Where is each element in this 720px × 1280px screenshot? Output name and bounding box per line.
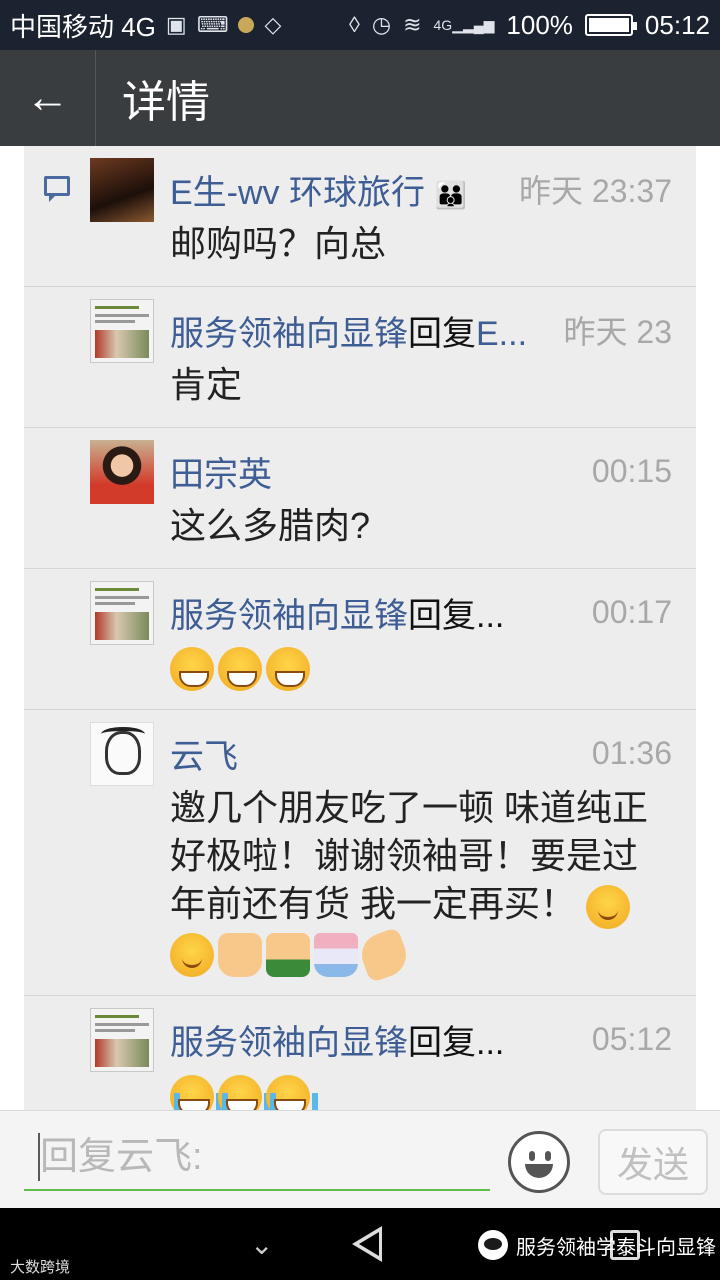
comment-time: 01:36: [591, 734, 672, 771]
commenter-name-text: E生-wv 环球旅行: [170, 173, 425, 212]
comment-bubble-icon: [44, 176, 70, 202]
back-button[interactable]: ←: [0, 50, 96, 146]
arrow-left-icon: ←: [25, 73, 70, 122]
emoji-button[interactable]: [508, 1131, 570, 1193]
network-label: 4G: [433, 16, 453, 33]
page-title: 详情: [122, 78, 210, 127]
shield-icon: ◇: [264, 12, 282, 37]
comment-text: 肯定: [170, 364, 243, 405]
comment-emojis: [170, 643, 672, 692]
comment-text: 邮购吗？向总: [170, 223, 387, 264]
comment-time: 00:17: [591, 593, 672, 630]
reply-bar: 发送: [0, 1110, 720, 1208]
avatar[interactable]: [90, 158, 154, 222]
comment-item[interactable]: 服务领袖向显锋回复E... 昨天 23 肯定: [24, 287, 696, 428]
commenter-name-text: 服务领袖向显锋: [170, 314, 408, 353]
crying-emoji-icon: [218, 1074, 270, 1110]
comment-emojis: [170, 1070, 672, 1110]
chuckle-emoji-icon: [170, 933, 214, 978]
cake-cup-icon: [314, 933, 358, 978]
commenter-name[interactable]: E生-wv 环球旅行 👪: [170, 165, 507, 214]
commenter-name-text: 服务领袖向显锋: [170, 596, 408, 635]
carrier-label: 中国移动 4G: [10, 11, 156, 42]
avatar[interactable]: [90, 581, 154, 645]
signal-icon: 4G▁▂▄▆: [433, 16, 495, 33]
commenter-name[interactable]: 服务领袖向显锋回复E...: [170, 306, 552, 355]
battery-percent: 100%: [506, 9, 573, 40]
keyboard-icon: ⌨: [196, 12, 229, 37]
commenter-name[interactable]: 田宗英: [170, 447, 580, 496]
send-button[interactable]: 发送: [598, 1129, 708, 1195]
comment-text-body: 邀几个朋友吃了一顿 味道纯正 好极啦！谢谢领袖哥！要是过年前还有货 我一定再买！: [170, 787, 649, 925]
battery-icon: [584, 14, 637, 36]
chevron-down-icon[interactable]: ⌄: [250, 1228, 273, 1261]
reply-target: E...: [476, 314, 528, 353]
comment-text: 这么多腊肉?: [170, 505, 371, 546]
notification-dot-icon: [238, 17, 255, 33]
navigation-bar: 大数跨境 ⌄ 服务领袖学泰斗向显锋: [0, 1208, 720, 1280]
title-bar: ← 详情: [0, 50, 720, 146]
ok-hand-icon: [355, 927, 413, 984]
comment-list[interactable]: E生-wv 环球旅行 👪 昨天 23:37 邮购吗？向总 服务领袖向显锋回复E.…: [24, 146, 696, 1110]
text-cursor: [38, 1133, 40, 1181]
crying-emoji-icon: [266, 1074, 318, 1110]
commenter-name[interactable]: 服务领袖向显锋回复...: [170, 1015, 580, 1064]
smiley-icon: [545, 1151, 551, 1161]
grin-emoji-icon: [170, 647, 214, 692]
commenter-name-text: 服务领袖向显锋: [170, 1023, 408, 1062]
comment-text: 邀几个朋友吃了一顿 味道纯正 好极啦！谢谢领袖哥！要是过年前还有货 我一定再买！: [170, 784, 672, 984]
nav-back-icon[interactable]: [352, 1226, 382, 1262]
comment-item[interactable]: 服务领袖向显锋回复... 00:17: [24, 569, 696, 711]
reply-input[interactable]: [24, 1125, 490, 1191]
victory-hand-icon: [218, 933, 262, 978]
commenter-name[interactable]: 服务领袖向显锋回复...: [170, 588, 580, 637]
commenter-name[interactable]: 云飞: [170, 729, 580, 778]
crying-emoji-icon: [170, 1074, 222, 1110]
comment-time: 05:12: [591, 1020, 672, 1057]
comment-time: 00:15: [591, 452, 672, 489]
avatar[interactable]: [90, 1008, 154, 1073]
comment-item[interactable]: 服务领袖向显锋回复... 05:12: [24, 996, 696, 1110]
grin-emoji-icon: [266, 647, 310, 692]
smiley-icon: [525, 1164, 553, 1178]
watermark-right: 服务领袖学泰斗向显锋: [478, 1230, 716, 1260]
avatar[interactable]: [90, 440, 154, 504]
chuckle-emoji-icon: [586, 884, 631, 929]
sim-icon: ▣: [165, 12, 187, 37]
wifi-icon: ≋: [403, 12, 422, 37]
status-bar: 中国移动 4G ▣ ⌨ ◇ ◊ ◷ ≋ 4G▁▂▄▆ 100% 05:12: [0, 0, 720, 50]
comment-time: 昨天 23: [563, 314, 673, 350]
watermark-right-text: 服务领袖学泰斗向显锋: [516, 1236, 716, 1259]
family-icon: 👪: [434, 179, 467, 210]
thumbs-up-icon: [266, 933, 310, 978]
clock: 05:12: [644, 9, 710, 40]
comment-time: 昨天 23:37: [519, 173, 672, 209]
avatar[interactable]: [90, 299, 154, 363]
vibrate-icon: ◊: [349, 12, 360, 37]
wechat-logo-icon: [478, 1230, 508, 1260]
avatar[interactable]: [90, 722, 154, 787]
reply-word: 回复...: [408, 1023, 505, 1062]
comment-item[interactable]: E生-wv 环球旅行 👪 昨天 23:37 邮购吗？向总: [24, 146, 696, 287]
grin-emoji-icon: [218, 647, 262, 692]
comment-item[interactable]: 田宗英 00:15 这么多腊肉?: [24, 428, 696, 569]
smiley-icon: [529, 1151, 535, 1161]
reply-word: 回复...: [408, 596, 505, 635]
alarm-icon: ◷: [371, 12, 392, 37]
comment-item[interactable]: 云飞 01:36 邀几个朋友吃了一顿 味道纯正 好极啦！谢谢领袖哥！要是过年前还…: [24, 710, 696, 997]
watermark-left: 大数跨境: [10, 1259, 71, 1276]
reply-word: 回复: [408, 314, 476, 353]
